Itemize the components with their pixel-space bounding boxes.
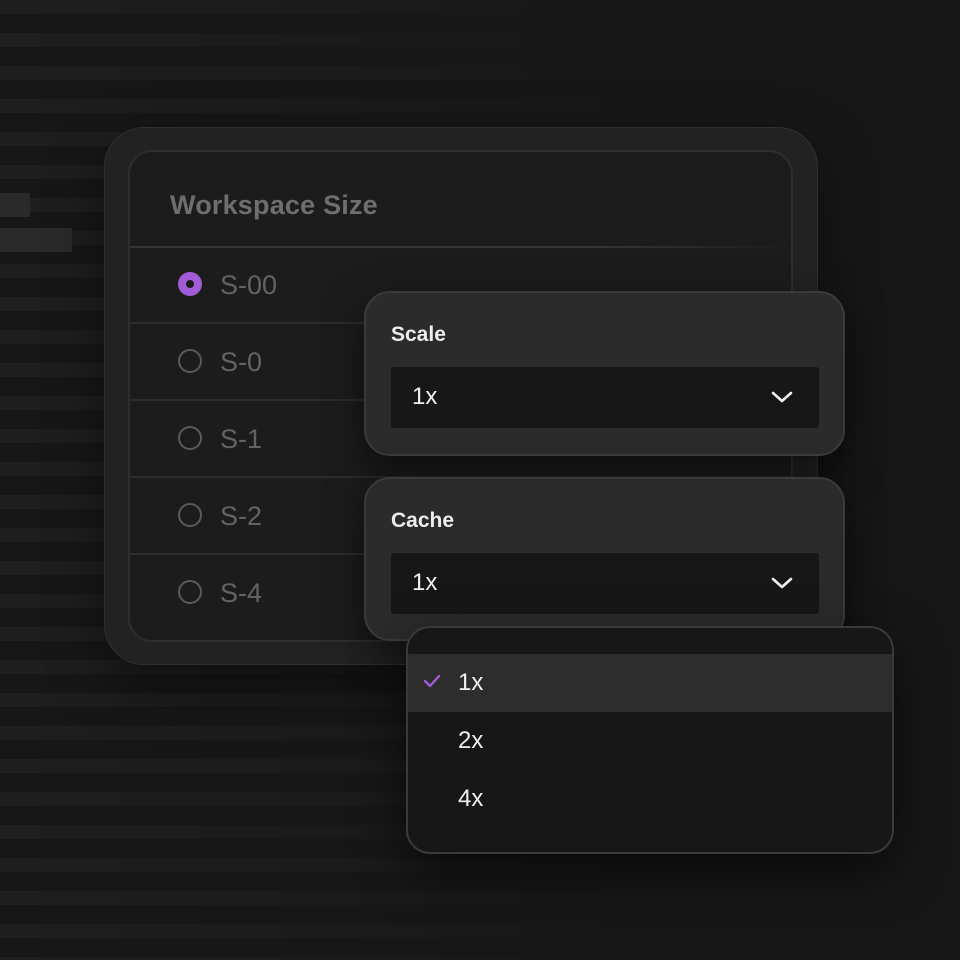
check-icon (423, 674, 441, 688)
scale-select[interactable]: 1x (391, 367, 819, 428)
cache-card: Cache 1x (364, 477, 845, 641)
cache-select[interactable]: 1x (391, 553, 819, 614)
chevron-down-icon (771, 577, 793, 589)
workspace-option-label: S-2 (220, 501, 263, 531)
workspace-option-label: S-4 (220, 578, 263, 608)
menu-item-1x[interactable]: 1x (408, 654, 892, 712)
radio-button[interactable] (178, 503, 202, 527)
radio-button[interactable] (178, 426, 202, 450)
cache-dropdown-menu: 1x 2x 4x (406, 626, 894, 854)
chevron-down-icon (771, 391, 793, 403)
workspace-option-label: S-00 (220, 270, 278, 300)
scale-card: Scale 1x (364, 291, 845, 456)
menu-item-label: 1x (458, 669, 484, 696)
workspace-option-label: S-0 (220, 347, 263, 377)
radio-button[interactable] (178, 580, 202, 604)
menu-item-label: 4x (458, 785, 484, 812)
workspace-option-label: S-1 (220, 424, 263, 454)
scale-select-value: 1x (412, 383, 438, 410)
radio-button-checked[interactable] (178, 272, 202, 296)
menu-item-label: 2x (458, 727, 484, 754)
scale-label: Scale (391, 323, 446, 346)
menu-item-2x[interactable]: 2x (408, 712, 892, 770)
workspace-size-title: Workspace Size (170, 190, 378, 220)
background-decoration (0, 228, 72, 252)
radio-button[interactable] (178, 349, 202, 373)
cache-select-value: 1x (412, 569, 438, 596)
background-decoration (0, 193, 30, 217)
menu-item-4x[interactable]: 4x (408, 770, 892, 828)
cache-label: Cache (391, 509, 455, 532)
